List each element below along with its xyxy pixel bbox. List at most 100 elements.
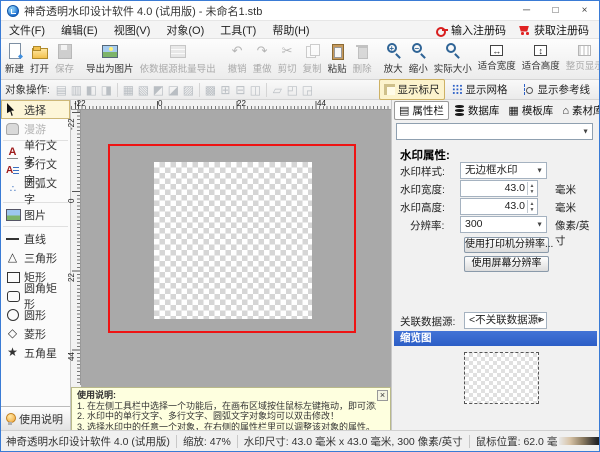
ruler-label: 22 — [237, 99, 246, 108]
object-op-icon-7: ◩ — [152, 82, 165, 97]
window-title: 神奇透明水印设计软件 4.0 (试用版) - 未命名1.stb — [24, 5, 263, 18]
tab-materials[interactable]: ⌂素材库 — [558, 101, 599, 120]
object-op-icon-5: ▦ — [122, 82, 135, 97]
menu-object[interactable]: 对象(O) — [158, 20, 212, 40]
tool-arc-text[interactable]: ∴ 圆弧文字 — [1, 178, 70, 206]
open-button[interactable]: 打开 — [27, 40, 52, 79]
paste-button[interactable]: 粘贴 — [325, 40, 350, 79]
separator — [236, 434, 238, 448]
status-watermark-size: 水印尺寸: 43.0 毫米 x 43.0 毫米, 300 像素/英寸 — [243, 435, 463, 448]
separator — [116, 82, 118, 97]
tool-line[interactable]: 直线 — [1, 229, 70, 248]
copy-button: 复制 — [300, 40, 325, 79]
object-op-icon-10: ▩ — [204, 82, 217, 97]
save-icon — [56, 43, 73, 59]
zoom-out-button[interactable]: − 缩小 — [406, 40, 431, 79]
maximize-button[interactable]: □ — [541, 1, 570, 20]
tool-triangle[interactable]: △ 三角形 — [1, 248, 70, 267]
trash-icon — [354, 43, 371, 59]
picture-icon — [5, 208, 21, 221]
status-app-name: 神奇透明水印设计软件 4.0 (试用版) — [6, 435, 170, 448]
close-icon[interactable]: × — [377, 390, 388, 401]
width-stepper[interactable]: ▲ ▼ — [527, 182, 536, 195]
resolution-dropdown[interactable]: 300 ▼ — [460, 216, 547, 233]
height-unit: 毫米 — [555, 202, 576, 214]
tool-image[interactable]: 图片 — [1, 205, 70, 224]
separator — [468, 434, 470, 448]
line-icon — [5, 232, 20, 245]
menu-file[interactable]: 文件(F) — [1, 20, 53, 40]
show-ruler-button[interactable]: 显示标尺 — [378, 79, 445, 100]
single-line-text-icon: A — [5, 146, 20, 159]
chevron-down-icon: ▼ — [582, 128, 589, 135]
batch-export-icon — [169, 43, 187, 59]
usage-help-button[interactable]: 使用说明 — [1, 406, 70, 430]
properties-list-icon: ▤ — [399, 104, 410, 117]
close-button[interactable]: × — [570, 1, 599, 20]
app-window: 神奇透明水印设计软件 4.0 (试用版) - 未命名1.stb ─ □ × 文件… — [0, 0, 600, 452]
tool-diamond[interactable]: ◇ 菱形 — [1, 324, 70, 343]
menu-view[interactable]: 视图(V) — [106, 20, 159, 40]
width-label: 水印宽度: — [400, 184, 445, 196]
menu-help[interactable]: 帮助(H) — [264, 20, 317, 40]
width-input[interactable]: 43.0 ▲ ▼ — [460, 180, 538, 197]
separator — [198, 82, 200, 97]
design-canvas[interactable] — [81, 110, 391, 387]
minimize-button[interactable]: ─ — [512, 1, 541, 20]
object-operations-label: 对象操作: — [5, 84, 50, 96]
vertical-ruler: -22 0 22 44 — [67, 110, 81, 385]
object-op-icon-2: ▥ — [70, 82, 83, 97]
menu-tools[interactable]: 工具(T) — [212, 20, 264, 40]
show-grid-button[interactable]: 显示网格 — [447, 79, 513, 100]
ruler-label: 0 — [158, 99, 163, 108]
rectangle-icon — [5, 270, 20, 283]
menu-edit[interactable]: 编辑(E) — [53, 20, 106, 40]
zoom-in-button[interactable]: + 放大 — [381, 40, 406, 79]
watermark-page-border[interactable] — [108, 144, 356, 333]
style-label: 水印样式: — [400, 166, 445, 178]
properties-panel: ▤属性栏 数据库 ▦模板库 ⌂素材库 ▼ 水印属性: 水印样式: 无边框水印▼ … — [391, 100, 599, 430]
height-input[interactable]: 43.0 ▲ ▼ — [460, 198, 538, 215]
object-op-icon-1: ▤ — [55, 82, 68, 97]
ruler-icon — [383, 84, 395, 95]
watermark-transparent-area[interactable] — [154, 162, 312, 319]
chevron-down-icon: ▼ — [536, 167, 543, 174]
new-button[interactable]: 新建 — [2, 40, 27, 79]
thumbnail-header: 缩览图 — [394, 331, 597, 346]
tool-rounded-rectangle[interactable]: 圆角矩形 — [1, 283, 70, 311]
fit-height-button[interactable]: ↕ 适合高度 — [519, 40, 563, 79]
ruler-label: -22 — [67, 118, 76, 130]
ruler-label: 0 — [67, 198, 76, 203]
style-dropdown[interactable]: 无边框水印 ▼ — [460, 162, 547, 179]
object-op-icon-9: ▨ — [182, 82, 195, 97]
spin-down-icon: ▼ — [529, 188, 535, 195]
show-guides-button[interactable]: 显示参考线 — [515, 79, 596, 100]
status-bar: 神奇透明水印设计软件 4.0 (试用版) 缩放: 47% 水印尺寸: 43.0 … — [1, 430, 599, 451]
export-image-button[interactable]: 导出为图片 — [83, 40, 137, 79]
separator — [3, 226, 68, 227]
object-op-icon-8: ◪ — [167, 82, 180, 97]
get-register-code-button[interactable]: 获取注册码 — [514, 21, 593, 39]
tool-select[interactable]: 选择 — [1, 100, 70, 119]
status-mouse-position: 鼠标位置: 62.0 毫 — [475, 435, 558, 448]
use-printer-resolution-button[interactable]: 使用打印机分辨率... — [464, 237, 553, 253]
fit-width-button[interactable]: ↔ 适合宽度 — [475, 40, 519, 79]
object-selector-dropdown[interactable]: ▼ — [396, 123, 593, 140]
tool-star[interactable]: ★ 五角星 — [1, 343, 70, 362]
chevron-down-icon: ▼ — [536, 221, 543, 228]
enter-register-code-button[interactable]: 输入注册码 — [432, 21, 510, 39]
object-op-icon-15: ◰ — [286, 82, 299, 97]
height-stepper[interactable]: ▲ ▼ — [527, 200, 536, 213]
undo-icon: ↶ — [231, 43, 243, 58]
datasource-dropdown[interactable]: <不关联数据源> ▼ — [464, 312, 547, 329]
object-op-icon-13: ◫ — [249, 82, 262, 97]
tab-properties[interactable]: ▤ 属性栏 — [394, 101, 449, 120]
tab-templates[interactable]: ▦ 模板库 — [504, 101, 557, 120]
actual-size-button[interactable]: 实际大小 — [431, 40, 475, 79]
fit-height-icon: ↕ — [534, 45, 548, 56]
use-screen-resolution-button[interactable]: 使用屏幕分辨率 — [464, 256, 549, 272]
tab-database[interactable]: 数据库 — [450, 101, 504, 120]
object-op-icon-16: ◲ — [301, 82, 314, 97]
new-document-icon — [6, 43, 23, 59]
open-folder-icon — [31, 43, 49, 59]
